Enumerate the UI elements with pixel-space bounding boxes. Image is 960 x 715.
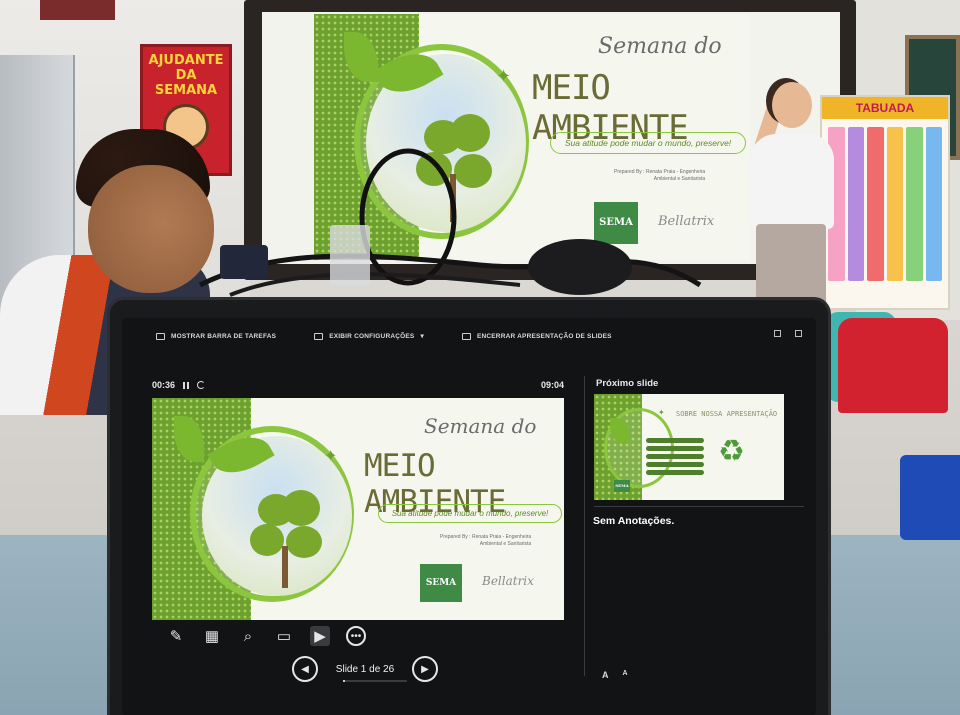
next-slide-icon[interactable]: ▶ [412,656,438,682]
next-slide-preview[interactable]: ✦ SOBRE NOSSA APRESENTAÇÃO ♻ SEMA [594,394,784,500]
tables-poster-title: TABUADA [822,97,948,119]
slide-navigation: ◀ Slide 1 de 26 ▶ [292,656,438,682]
close-icon[interactable] [795,330,802,337]
pointer-screen-icon[interactable]: ▭ [274,626,294,646]
notes-divider [594,506,804,507]
previous-slide-icon[interactable]: ◀ [292,656,318,682]
slide-progress-bar [343,680,407,682]
pen-icon[interactable]: ✎ [166,626,186,646]
slide-progress-fill [343,680,346,682]
end-slideshow-button[interactable]: ENCERRAR APRESENTAÇÃO DE SLIDES [461,332,612,340]
display-settings-icon [314,332,324,340]
sparkle-icon: ✦ [496,66,512,86]
show-taskbar-label: MOSTRAR BARRA DE TAREFAS [171,332,277,340]
taskbar-icon [156,332,165,340]
slide-script-title: Semana do [598,34,722,59]
presenter-toolbar: MOSTRAR BARRA DE TAREFAS EXIBIR CONFIGUR… [122,318,816,354]
end-slideshow-icon [461,332,471,340]
next-slide-label: Próximo slide [596,378,659,389]
pane-divider [584,376,585,676]
more-options-icon[interactable]: ••• [346,626,366,646]
window-controls [774,330,802,337]
increase-font-button[interactable]: A [602,670,609,680]
decrease-font-button[interactable]: A [623,670,628,680]
sema-badge: SEMA [614,480,630,492]
restore-icon[interactable] [774,330,781,337]
red-chair [838,318,948,413]
slide-script-title: Semana do [424,414,537,438]
camera-icon[interactable]: ▶ [310,626,330,646]
end-slideshow-label: ENCERRAR APRESENTAÇÃO DE SLIDES [476,332,612,340]
tree-icon [248,490,326,590]
slides-grid-icon[interactable]: ▦ [202,626,222,646]
zoom-icon[interactable]: ⌕ [238,626,258,646]
teacher [740,82,840,309]
speaker-notes[interactable]: Sem Anotações. [593,515,674,527]
slide-tagline: Sua atitude pode mudar o mundo, preserve… [378,504,562,523]
display-settings-button[interactable]: EXIBIR CONFIGURAÇÕES ▾ [314,332,424,340]
presenter-view: MOSTRAR BARRA DE TAREFAS EXIBIR CONFIGUR… [122,318,816,715]
notes-font-controls: A A [602,670,628,680]
pause-timer-icon[interactable] [183,381,190,389]
laptop: MOSTRAR BARRA DE TAREFAS EXIBIR CONFIGUR… [110,300,828,715]
show-taskbar-button[interactable]: MOSTRAR BARRA DE TAREFAS [156,332,277,340]
current-slide-preview: ✦ Semana do MEIO AMBIENTE Sua atitude po… [152,398,564,620]
presenter-tools: ✎ ▦ ⌕ ▭ ▶ ••• [166,626,366,646]
blue-bin [900,455,960,540]
chevron-down-icon: ▾ [420,333,424,340]
agenda-bars [646,438,704,475]
sparkle-icon: ✦ [658,408,665,417]
sparkle-icon: ✦ [324,448,338,465]
next-slide-title: SOBRE NOSSA APRESENTAÇÃO [676,410,778,418]
cables [198,148,702,297]
recycle-icon: ♻ [718,435,745,468]
display-settings-label: EXIBIR CONFIGURAÇÕES [329,332,415,340]
timer-bar: 00:36 09:04 [152,380,564,390]
red-box [40,0,115,20]
current-time: 09:04 [540,380,564,390]
elapsed-timer: 00:36 [152,380,176,390]
tables-columns [822,119,948,289]
reset-timer-icon[interactable] [197,381,206,389]
helper-poster-text: AJUDANTE DA SEMANA [148,53,224,98]
bellatrix-signature: Bellatrix [482,574,534,588]
slide-counter: Slide 1 de 26 [335,663,395,675]
slide-prepared-by: Prepared By : Renata Praia - Engenheira A… [440,534,532,547]
sema-logo: SEMA [420,564,462,602]
